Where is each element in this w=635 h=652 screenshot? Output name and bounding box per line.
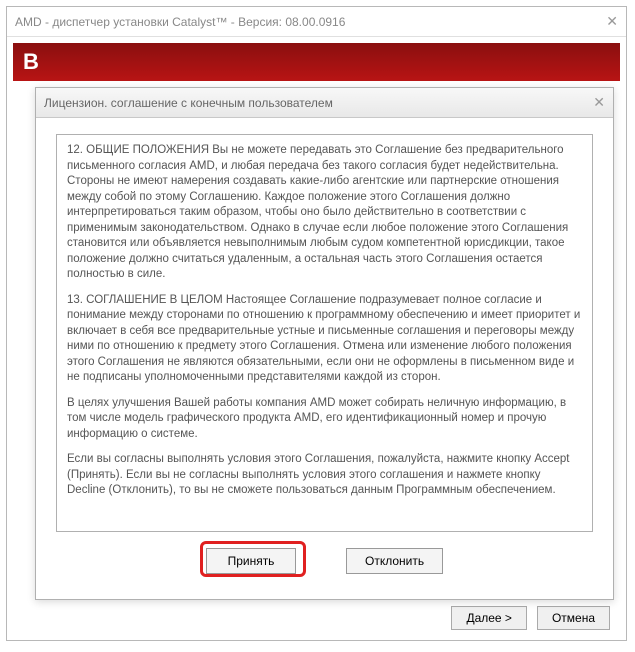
cancel-button[interactable]: Отмена [537,606,610,630]
eula-dialog-title: Лицензион. соглашение с конечным пользов… [44,96,593,110]
next-button[interactable]: Далее > [451,606,527,630]
decline-button[interactable]: Отклонить [346,548,443,574]
eula-paragraph: В целях улучшения Вашей работы компания … [67,396,582,443]
close-icon[interactable]: ✕ [606,13,618,30]
outer-window-title: AMD - диспетчер установки Catalyst™ - Ве… [15,15,606,29]
accept-button[interactable]: Принять [206,548,296,574]
wizard-button-bar: Далее > Отмена [451,606,610,630]
close-icon[interactable]: ✕ [593,94,605,111]
dialog-button-row: Принять Отклонить [36,548,613,574]
eula-textarea[interactable]: 12. ОБЩИЕ ПОЛОЖЕНИЯ Вы не можете передав… [56,134,593,532]
eula-paragraph: 12. ОБЩИЕ ПОЛОЖЕНИЯ Вы не можете передав… [67,143,582,283]
eula-paragraph: 13. СОГЛАШЕНИЕ В ЦЕЛОМ Настоящее Соглаше… [67,293,582,386]
inner-titlebar: Лицензион. соглашение с конечным пользов… [36,88,613,118]
installer-window: AMD - диспетчер установки Catalyst™ - Ве… [6,6,627,641]
red-banner: B [13,43,620,81]
eula-paragraph: Если вы согласны выполнять условия этого… [67,452,582,499]
eula-dialog: Лицензион. соглашение с конечным пользов… [35,87,614,600]
outer-titlebar: AMD - диспетчер установки Catalyst™ - Ве… [7,7,626,37]
